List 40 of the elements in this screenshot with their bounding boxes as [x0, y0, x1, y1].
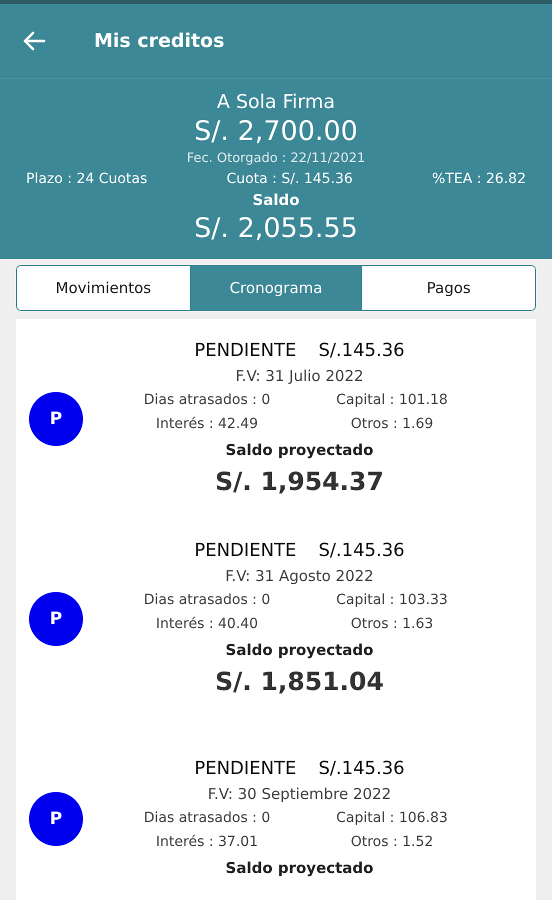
- days-late: Dias atrasados : 0: [142, 591, 272, 610]
- projected-balance: S/. 1,851.04: [215, 666, 384, 698]
- capital-value: Capital : 103.33: [335, 591, 449, 610]
- days-late: Dias atrasados : 0: [142, 391, 272, 410]
- projected-label: Saldo proyectado: [226, 640, 374, 661]
- due-date: F.V: 31 Agosto 2022: [225, 566, 374, 587]
- due-date: F.V: 30 Septiembre 2022: [208, 784, 392, 805]
- other-value: Otros : 1.52: [350, 833, 434, 852]
- capital-value: Capital : 101.18: [335, 391, 449, 410]
- loan-detail: Plazo : 24 Cuotas: [26, 170, 148, 189]
- days-late: Dias atrasados : 0: [142, 809, 272, 828]
- status-badge: P: [29, 592, 83, 646]
- interest-value: Interés : 40.40: [154, 615, 260, 634]
- balance-label: Saldo: [252, 190, 300, 211]
- screen-title: Mis creditos: [94, 30, 224, 52]
- status-text: PENDIENTE: [194, 757, 296, 781]
- projected-label: Saldo proyectado: [226, 858, 374, 879]
- status-badge: P: [29, 392, 83, 446]
- product-name: A Sola Firma: [216, 90, 336, 115]
- grant-date: Fec. Otorgado : 22/11/2021: [186, 150, 366, 168]
- loan-detail: Cuota : S/. 145.36: [226, 170, 353, 189]
- installment-amount: S/.145.36: [318, 757, 405, 781]
- back-arrow-icon[interactable]: [22, 31, 46, 51]
- projected-label: Saldo proyectado: [226, 440, 374, 461]
- status-badge: P: [29, 792, 83, 846]
- status-text: PENDIENTE: [194, 539, 296, 563]
- other-value: Otros : 1.69: [350, 415, 434, 434]
- loan-detail: %TEA : 26.82: [432, 170, 526, 189]
- status-text: PENDIENTE: [194, 339, 296, 363]
- interest-value: Interés : 37.01: [154, 833, 260, 852]
- tab[interactable]: Cronograma: [190, 266, 362, 310]
- projected-balance: S/. 1,954.37: [215, 466, 384, 498]
- loan-amount: S/. 2,700.00: [194, 115, 358, 149]
- balance-amount: S/. 2,055.55: [194, 212, 358, 246]
- installment-amount: S/.145.36: [318, 339, 405, 363]
- capital-value: Capital : 106.83: [335, 809, 449, 828]
- other-value: Otros : 1.63: [350, 615, 434, 634]
- interest-value: Interés : 42.49: [154, 415, 260, 434]
- due-date: F.V: 31 Julio 2022: [235, 366, 364, 387]
- installment-amount: S/.145.36: [318, 539, 405, 563]
